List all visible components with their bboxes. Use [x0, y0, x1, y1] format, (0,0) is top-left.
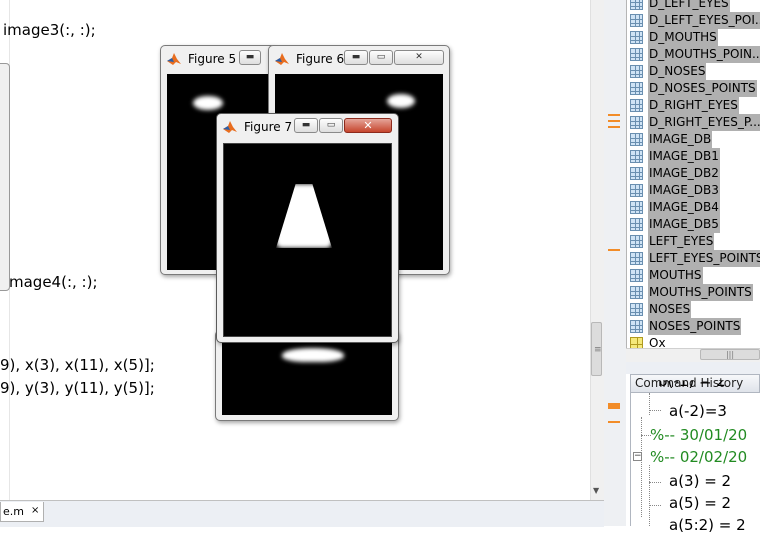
code-line[interactable]: mage4(:, :); [9, 273, 98, 291]
tree-line [649, 393, 650, 415]
matrix-variable-icon [630, 48, 643, 61]
variable-name: D_NOSES [648, 63, 707, 80]
collapse-icon[interactable]: − [633, 452, 642, 461]
matrix-variable-icon [630, 99, 643, 112]
history-entry[interactable]: a(3) = 2 [669, 472, 731, 490]
figure-title: Figure 5 [188, 52, 237, 66]
editor-vertical-scrollbar[interactable] [590, 0, 604, 500]
code-analyzer-marker-bar [604, 0, 626, 526]
variable-name: D_MOUTHS [648, 29, 718, 46]
variable-name: IMAGE_DB [648, 131, 713, 148]
matrix-variable-icon [630, 235, 643, 248]
close-button[interactable]: ✕ [394, 50, 444, 65]
matrix-variable-icon [630, 133, 643, 146]
variable-name: NOSES [648, 301, 692, 318]
variable-name: IMAGE_DB4 [648, 199, 720, 216]
variable-name: NOSES_POINTS [648, 318, 742, 335]
minimize-button[interactable]: ▬ [239, 50, 261, 65]
warning-marker[interactable] [608, 421, 620, 423]
matrix-variable-icon [630, 31, 643, 44]
history-entry[interactable]: a(-2)=3 [669, 402, 727, 420]
variable-name: MOUTHS_POINTS [648, 284, 753, 301]
matrix-variable-icon [630, 201, 643, 214]
matrix-variable-icon [630, 65, 643, 78]
maximize-button[interactable]: ▭ [369, 50, 393, 65]
code-line[interactable]: 9), y(3), y(11), y(5)]; [0, 379, 155, 397]
grip-icon: ≡ [594, 345, 602, 355]
variable-name: IMAGE_DB5 [648, 216, 720, 233]
scroll-down-arrow-icon[interactable]: ▼ [593, 486, 599, 495]
figure-titlebar[interactable]: Figure 5 ▬ [161, 46, 275, 72]
matlab-logo-icon [167, 53, 181, 65]
variable-name: D_MOUTHS_POIN... [648, 46, 760, 63]
figure-titlebar[interactable]: Figure 7 ▬ ▭ ✕ [217, 114, 398, 140]
matrix-variable-icon [630, 0, 643, 10]
matrix-variable-icon [630, 167, 643, 180]
matrix-variable-icon [630, 286, 643, 299]
figure-titlebar[interactable]: Figure 6 ▬ ▭ ✕ [269, 46, 449, 72]
close-icon[interactable]: × [31, 505, 39, 516]
matrix-variable-icon [630, 303, 643, 316]
code-line[interactable]: 9), x(3), x(11), x(5)]; [0, 356, 155, 374]
matrix-variable-icon [630, 320, 643, 333]
warning-marker[interactable] [608, 403, 620, 409]
matrix-variable-icon [630, 116, 643, 129]
file-tab-label: e.m [3, 505, 24, 518]
maximize-button[interactable]: ▭ [319, 118, 343, 133]
matlab-logo-icon [223, 121, 237, 133]
partial-figure-window[interactable] [0, 63, 10, 291]
variable-name: MOUTHS [648, 267, 703, 284]
history-date-entry[interactable]: %-- 30/01/20 [650, 426, 747, 444]
minimize-button[interactable]: ▬ [294, 118, 318, 133]
tree-line [649, 410, 661, 411]
workspace-scroll-thumb[interactable]: ||| [700, 349, 760, 360]
matrix-variable-icon [630, 184, 643, 197]
variable-name: D_RIGHT_EYES_P... [648, 114, 760, 131]
editor-tab-bar [0, 500, 604, 527]
variable-name: IMAGE_DB2 [648, 165, 720, 182]
variable-name: D_NOSES_POINTS [648, 80, 757, 97]
tree-line [649, 505, 661, 506]
matrix-variable-icon [630, 252, 643, 265]
history-date-entry[interactable]: %-- 02/02/20 [650, 448, 747, 466]
matrix-variable-icon [630, 269, 643, 282]
warning-marker[interactable] [608, 120, 620, 122]
panel-divider [626, 362, 760, 374]
history-entry[interactable]: a(5:2) = 2 [669, 516, 746, 534]
figure-title: Figure 6 [296, 52, 345, 66]
matrix-variable-icon [630, 150, 643, 163]
figure-title: Figure 7 [244, 120, 293, 134]
warning-marker[interactable] [608, 114, 620, 116]
variable-name: LEFT_EYES [648, 233, 715, 250]
history-entry-partial[interactable]: b(-1) = 2 [658, 381, 726, 391]
image-blob [282, 348, 344, 362]
figure-window-7[interactable]: Figure 7 ▬ ▭ ✕ [216, 113, 399, 343]
warning-marker[interactable] [608, 126, 620, 128]
code-line[interactable]: image3(:, :); [3, 21, 96, 39]
variable-name: D_RIGHT_EYES [648, 97, 739, 114]
tree-line [641, 417, 642, 517]
variable-name: LEFT_EYES_POINTS [648, 250, 760, 267]
tree-line [649, 482, 661, 483]
matlab-logo-icon [275, 53, 289, 65]
matrix-variable-icon [630, 82, 643, 95]
variable-name: IMAGE_DB3 [648, 182, 720, 199]
variable-name: D_LEFT_EYES_POI... [648, 12, 760, 29]
variable-name: IMAGE_DB1 [648, 148, 720, 165]
image-blob [276, 184, 332, 248]
image-blob [193, 96, 223, 110]
variable-name: D_LEFT_EYES [648, 0, 730, 12]
warning-marker[interactable] [608, 249, 620, 251]
image-blob [387, 94, 415, 108]
figure-window[interactable] [215, 330, 399, 421]
tree-line [649, 465, 650, 526]
figure-canvas [223, 143, 392, 337]
file-tab[interactable]: e.m × [0, 502, 44, 522]
figure-canvas [222, 337, 392, 415]
matrix-variable-icon [630, 218, 643, 231]
minimize-button[interactable]: ▬ [344, 50, 368, 65]
history-entry[interactable]: a(5) = 2 [669, 494, 731, 512]
close-button[interactable]: ✕ [344, 118, 392, 133]
matrix-variable-icon [630, 14, 643, 27]
